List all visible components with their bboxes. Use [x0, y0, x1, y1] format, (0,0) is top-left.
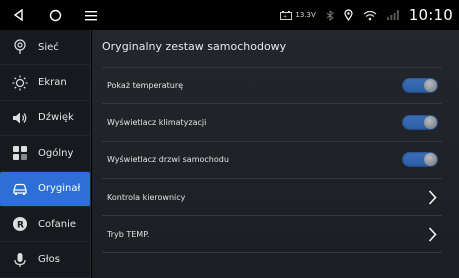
sidebar-item-reverse[interactable]: R Cofanie: [0, 207, 90, 243]
toggle-knob: [424, 79, 437, 93]
sidebar-item-label: Ogólny: [38, 147, 74, 159]
toggle-knob: [424, 153, 437, 167]
home-circle-icon: [49, 9, 61, 21]
setting-row-door-display[interactable]: Wyświetlacz drzwi samochodu: [102, 142, 442, 179]
menu-button[interactable]: [80, 4, 102, 26]
sidebar-item-general[interactable]: Ogólny: [0, 136, 90, 172]
sidebar-item-label: Cofanie: [38, 218, 77, 230]
setting-label: Kontrola kierownicy: [107, 192, 186, 202]
microphone-icon: [11, 251, 29, 269]
clock: 10:10: [408, 6, 453, 24]
setting-label: Wyświetlacz drzwi samochodu: [107, 155, 229, 165]
svg-text:+: +: [283, 14, 287, 20]
back-triangle-icon: [13, 9, 23, 21]
sidebar-item-voice[interactable]: Głos: [0, 242, 90, 278]
navigation-buttons: [0, 4, 102, 26]
setting-row-steering-control[interactable]: Kontrola kierownicy: [102, 179, 442, 217]
signal-icon: [386, 10, 399, 20]
svg-text:R: R: [17, 221, 24, 231]
setting-row-climate-display[interactable]: Wyświetlacz klimatyzacji: [102, 104, 442, 142]
wifi-icon: [363, 10, 377, 20]
show-temperature-toggle[interactable]: [402, 78, 438, 94]
location-icon: [344, 9, 353, 21]
speaker-icon: [11, 109, 29, 127]
sidebar-item-sound[interactable]: Dźwięk: [0, 101, 90, 137]
settings-sidebar: Sieć Ekran Dźwięk Ogólny Oryginał R Cofa…: [0, 30, 91, 278]
page-title: Oryginalny zestaw samochodowy: [102, 40, 287, 53]
chevron-right-icon: [426, 189, 438, 205]
menu-icon: [85, 10, 97, 20]
sidebar-item-label: Sieć: [38, 41, 59, 53]
status-icons: + 13.3V 10:10: [280, 6, 459, 24]
chevron-right-icon: [426, 226, 438, 242]
bluetooth-icon: [326, 9, 334, 21]
network-icon: [11, 38, 29, 56]
setting-row-show-temperature[interactable]: Pokaż temperaturę: [102, 67, 442, 105]
sidebar-item-screen[interactable]: Ekran: [0, 65, 90, 101]
sidebar-item-original[interactable]: Oryginał: [0, 171, 90, 207]
settings-list: Pokaż temperaturę Wyświetlacz klimatyzac…: [102, 67, 442, 254]
sidebar-item-label: Ekran: [38, 77, 67, 89]
toggle-knob: [424, 115, 437, 129]
home-button[interactable]: [44, 4, 66, 26]
settings-panel: Oryginalny zestaw samochodowy Pokaż temp…: [92, 30, 459, 278]
reverse-icon: R: [11, 215, 29, 233]
sidebar-item-label: Głos: [38, 254, 60, 266]
battery-voltage: + 13.3V: [280, 10, 316, 20]
setting-row-temp-mode[interactable]: Tryb TEMP.: [102, 216, 442, 254]
setting-label: Tryb TEMP.: [107, 229, 150, 239]
sidebar-item-network[interactable]: Sieć: [0, 30, 90, 66]
voltage-text: 13.3V: [295, 11, 316, 19]
grid-icon: [11, 144, 29, 162]
car-icon: [11, 180, 29, 198]
climate-display-toggle[interactable]: [402, 114, 438, 130]
sidebar-item-label: Dźwięk: [38, 112, 74, 124]
door-display-toggle[interactable]: [402, 152, 438, 168]
setting-label: Pokaż temperaturę: [107, 81, 184, 91]
back-button[interactable]: [8, 4, 30, 26]
sidebar-item-label: Oryginał: [38, 183, 81, 195]
battery-icon: +: [280, 10, 293, 20]
setting-label: Wyświetlacz klimatyzacji: [107, 117, 207, 127]
status-bar: + 13.3V 10:10: [0, 0, 459, 30]
brightness-icon: [11, 74, 29, 92]
